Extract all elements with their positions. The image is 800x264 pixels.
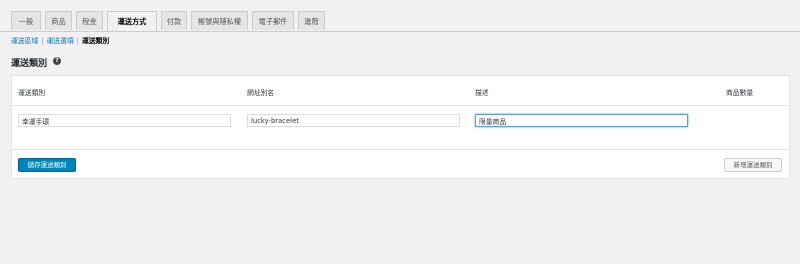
- save-shipping-classes-button[interactable]: 儲存運送類別: [18, 158, 76, 172]
- question-circle-icon[interactable]: ?: [53, 57, 61, 65]
- column-header-class: 運送類別: [18, 89, 46, 97]
- subnav-shipping-options[interactable]: 運送選項: [46, 37, 73, 45]
- shipping-subnav: 運送區域 | 運送選項 | 運送類別: [11, 35, 109, 45]
- settings-tabs: 一般 商品 稅金 運送方式 付款 帳號與隱私權 電子郵件 進階: [0, 10, 800, 32]
- separator: |: [41, 37, 44, 45]
- tab-advanced[interactable]: 進階: [298, 11, 325, 30]
- tab-tax[interactable]: 稅金: [76, 11, 103, 30]
- tab-payments[interactable]: 付款: [161, 11, 187, 30]
- subnav-shipping-zones[interactable]: 運送區域: [11, 37, 38, 45]
- column-header-slug: 網址別名: [247, 89, 275, 97]
- divider: [12, 105, 789, 106]
- shipping-classes-table: 運送類別 網址別名 描述 商品數量 儲存運送類別 新增運送類別: [11, 75, 790, 179]
- separator: |: [76, 37, 79, 45]
- subnav-shipping-classes: 運送類別: [81, 37, 110, 45]
- tab-accounts-privacy[interactable]: 帳號與隱私權: [191, 11, 248, 30]
- page-title: 運送類別: [11, 59, 48, 69]
- column-header-product-count: 商品數量: [726, 89, 754, 97]
- column-header-description: 描述: [475, 89, 489, 97]
- divider: [12, 149, 789, 150]
- shipping-class-description-input[interactable]: [475, 114, 688, 127]
- shipping-class-name-input[interactable]: [18, 114, 231, 127]
- shipping-class-slug-input[interactable]: [247, 114, 460, 127]
- tab-shipping[interactable]: 運送方式: [107, 11, 157, 31]
- tab-general[interactable]: 一般: [11, 11, 41, 30]
- tab-products[interactable]: 商品: [45, 11, 72, 30]
- tab-emails[interactable]: 電子郵件: [252, 11, 294, 30]
- add-shipping-class-button[interactable]: 新增運送類別: [724, 158, 782, 172]
